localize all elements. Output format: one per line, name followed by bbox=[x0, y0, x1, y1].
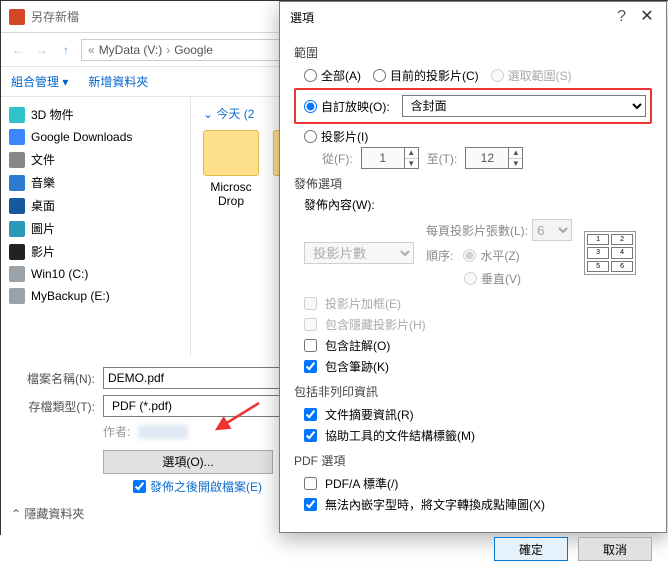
nav-forward-icon[interactable]: → bbox=[33, 43, 51, 57]
tree-label: MyBackup (E:) bbox=[31, 289, 110, 303]
tree-item[interactable]: 音樂 bbox=[5, 171, 186, 194]
tree-label: 影片 bbox=[31, 243, 55, 260]
options-title: 選項 bbox=[290, 9, 314, 26]
spin-icon: ▲▼ bbox=[405, 147, 419, 169]
filetype-label: 存檔類型(T): bbox=[15, 398, 95, 415]
per-page-label: 每頁投影片張數(L): bbox=[426, 222, 528, 239]
radio-all[interactable]: 全部(A) bbox=[304, 67, 361, 84]
range-group-title: 範圍 bbox=[294, 44, 652, 61]
close-button[interactable]: ✕ bbox=[634, 6, 660, 28]
help-button[interactable]: ? bbox=[617, 8, 626, 26]
crumb-folder[interactable]: Google bbox=[174, 43, 213, 57]
tree-item[interactable]: MyBackup (E:) bbox=[5, 285, 186, 307]
organize-menu[interactable]: 組合管理 ▾ bbox=[11, 73, 68, 90]
from-input bbox=[361, 147, 405, 169]
cb-bitmap-fonts[interactable]: 無法內嵌字型時，將文字轉換成點陣圖(X) bbox=[304, 494, 652, 515]
publish-group-title: 發佈選項 bbox=[294, 175, 652, 192]
tree-label: 音樂 bbox=[31, 174, 55, 191]
folder-tree[interactable]: 3D 物件 Google Downloads 文件音樂桌面圖片影片 Win10 (C:… bbox=[1, 97, 191, 357]
publish-content-select: 投影片數 bbox=[304, 242, 414, 264]
tree-label: 圖片 bbox=[31, 220, 55, 237]
nav-back-icon[interactable]: ← bbox=[9, 43, 27, 57]
cb-hidden: 包含隱藏投影片(H) bbox=[304, 314, 652, 335]
radio-current[interactable]: 目前的投影片(C) bbox=[373, 67, 479, 84]
pdf-group-title: PDF 選項 bbox=[294, 452, 652, 469]
author-label: 作者: bbox=[103, 423, 130, 440]
filetype-select[interactable]: PDF (*.pdf) bbox=[103, 395, 303, 417]
tree-icon bbox=[9, 152, 25, 168]
options-titlebar: 選項 ? ✕ bbox=[280, 2, 666, 32]
crumb-drive[interactable]: MyData (V:) bbox=[99, 43, 163, 57]
tree-icon bbox=[9, 244, 25, 260]
tree-label: Win10 (C:) bbox=[31, 267, 88, 281]
save-as-title: 另存新檔 bbox=[31, 8, 79, 25]
tree-icon bbox=[9, 175, 25, 191]
tree-icon bbox=[9, 198, 25, 214]
folder-label: Microsc bbox=[210, 180, 251, 194]
tree-label: 文件 bbox=[31, 151, 55, 168]
to-label: 至(T): bbox=[427, 150, 458, 167]
filename-input[interactable] bbox=[103, 367, 303, 389]
from-label: 從(F): bbox=[322, 150, 353, 167]
tree-item[interactable]: 影片 bbox=[5, 240, 186, 263]
radio-slides[interactable]: 投影片(I) bbox=[304, 128, 368, 145]
nonprint-group-title: 包括非列印資訊 bbox=[294, 383, 652, 400]
order-label: 順序: bbox=[426, 247, 453, 264]
tree-label: 3D 物件 bbox=[31, 106, 74, 123]
spin-icon: ▲▼ bbox=[509, 147, 523, 169]
powerpoint-icon bbox=[9, 9, 25, 25]
radio-custom-show[interactable]: 自訂放映(O): bbox=[304, 98, 390, 115]
tree-icon bbox=[9, 107, 25, 123]
new-folder-button[interactable]: 新增資料夾 bbox=[88, 73, 148, 90]
tree-label: 桌面 bbox=[31, 197, 55, 214]
publish-content-label: 發佈內容(W): bbox=[304, 196, 652, 213]
cb-doc-props[interactable]: 文件摘要資訊(R) bbox=[304, 404, 652, 425]
cb-frame: 投影片加框(E) bbox=[304, 293, 652, 314]
to-input bbox=[465, 147, 509, 169]
tree-item[interactable]: 桌面 bbox=[5, 194, 186, 217]
tree-icon bbox=[9, 129, 25, 145]
folder-icon bbox=[203, 130, 259, 176]
radio-horizontal: 水平(Z) bbox=[463, 247, 519, 264]
filename-label: 檔案名稱(N): bbox=[15, 370, 95, 387]
nav-up-icon[interactable]: ↑ bbox=[57, 43, 75, 57]
tree-icon bbox=[9, 221, 25, 237]
ok-button[interactable]: 確定 bbox=[494, 537, 568, 561]
cb-comments[interactable]: 包含註解(O) bbox=[304, 335, 652, 356]
cb-accessibility[interactable]: 協助工具的文件結構標籤(M) bbox=[304, 425, 652, 446]
cancel-button[interactable]: 取消 bbox=[578, 537, 652, 561]
open-after-input[interactable] bbox=[133, 480, 146, 493]
tree-icon bbox=[9, 266, 25, 282]
layout-preview: 12 34 56 bbox=[584, 231, 636, 275]
tree-item[interactable]: 圖片 bbox=[5, 217, 186, 240]
folder-item[interactable]: Microsc Drop bbox=[203, 130, 259, 208]
folder-label: Drop bbox=[218, 194, 244, 208]
hide-folders-toggle[interactable]: 隱藏資料夾 bbox=[11, 505, 84, 522]
cb-pdfa[interactable]: PDF/A 標準(/) bbox=[304, 473, 652, 494]
custom-show-highlight: 自訂放映(O): 含封面 bbox=[294, 88, 652, 124]
tree-icon bbox=[9, 288, 25, 304]
options-button[interactable]: 選項(O)... bbox=[103, 450, 273, 474]
custom-show-select[interactable]: 含封面 bbox=[402, 95, 646, 117]
cb-ink[interactable]: 包含筆跡(K) bbox=[304, 356, 652, 377]
author-value bbox=[138, 425, 188, 439]
tree-label: Google Downloads bbox=[31, 130, 132, 144]
tree-item[interactable]: Google Downloads bbox=[5, 126, 186, 148]
per-page-select: 6 bbox=[532, 219, 572, 241]
radio-selection: 選取範圍(S) bbox=[491, 67, 572, 84]
radio-vertical: 垂直(V) bbox=[464, 270, 521, 287]
options-dialog: 選項 ? ✕ 範圍 全部(A) 目前的投影片(C) 選取範圍(S) 自訂放映(O… bbox=[279, 1, 667, 533]
tree-item[interactable]: 3D 物件 bbox=[5, 103, 186, 126]
tree-item[interactable]: 文件 bbox=[5, 148, 186, 171]
tree-item[interactable]: Win10 (C:) bbox=[5, 263, 186, 285]
